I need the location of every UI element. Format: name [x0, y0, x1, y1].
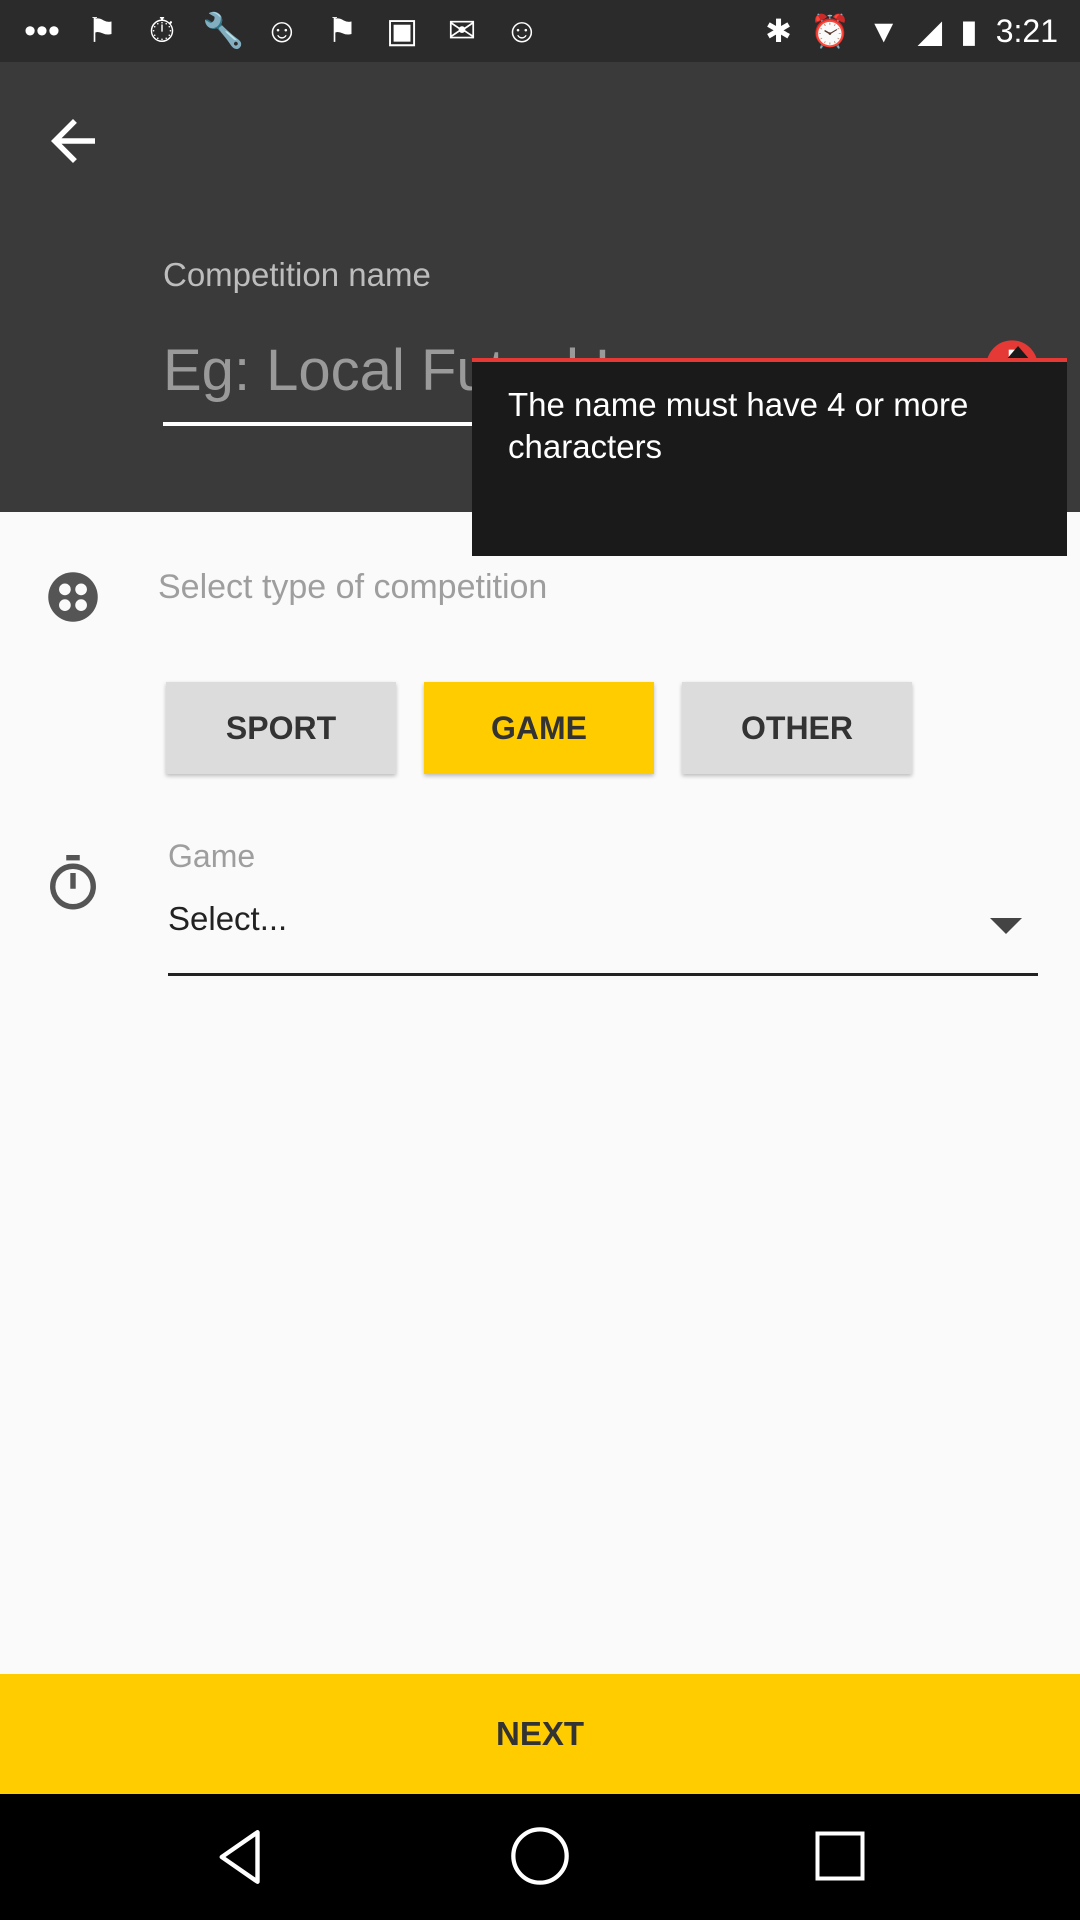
next-button[interactable]: NEXT [0, 1674, 1080, 1794]
smile-icon: ☺ [504, 12, 540, 50]
signal-icon: ◢ [917, 13, 943, 49]
other-button[interactable]: OTHER [682, 682, 912, 774]
timer-icon: ⏱ [148, 12, 176, 50]
bluetooth-icon: ✱ [765, 13, 792, 49]
competition-type-label: Select type of competition [158, 568, 548, 606]
sport-button[interactable]: SPORT [166, 682, 396, 774]
alarm-icon: ⏰ [809, 13, 850, 49]
status-system-icons: ✱ ⏰ ▼ ◢ ▮ 3:21 [747, 10, 1058, 52]
competition-name-underline [163, 422, 473, 426]
dropdown-arrow-icon [990, 918, 1022, 934]
status-time: 3:21 [995, 13, 1058, 49]
nav-recents-icon[interactable] [810, 1826, 870, 1886]
status-notification-icons: ••• ⚑ ⏱ 🔧 ☺ ⚑ ▣ ✉ ☺ [22, 10, 562, 52]
stopwatch-icon [50, 855, 96, 910]
game-select[interactable]: Select... [168, 890, 1038, 976]
nav-back-icon[interactable] [208, 1824, 274, 1890]
group-icon [48, 572, 98, 622]
status-bar: ••• ⚑ ⏱ 🔧 ☺ ⚑ ▣ ✉ ☺ ✱ ⏰ ▼ ◢ ▮ 3:21 [0, 0, 1080, 62]
nav-home-icon[interactable] [508, 1824, 572, 1888]
navigation-bar [0, 1794, 1080, 1920]
back-arrow-icon[interactable] [40, 108, 106, 174]
qt-icon: ▣ [385, 12, 419, 50]
wrench-icon: 🔧 [202, 12, 245, 50]
flag-icon: ⚑ [86, 12, 118, 50]
error-tooltip: The name must have 4 or more characters [472, 358, 1067, 556]
game-label: Game [168, 838, 256, 874]
game-select-value: Select... [168, 900, 288, 937]
competition-name-label: Competition name [163, 256, 431, 293]
flag-icon: ⚑ [326, 12, 358, 50]
game-button[interactable]: GAME [424, 682, 654, 774]
wifi-icon: ▼ [867, 13, 900, 49]
battery-icon: ▮ [960, 13, 978, 49]
chinese-icon: ✉ [447, 12, 477, 50]
more-icon: ••• [24, 12, 60, 50]
smile-icon: ☺ [264, 12, 300, 50]
